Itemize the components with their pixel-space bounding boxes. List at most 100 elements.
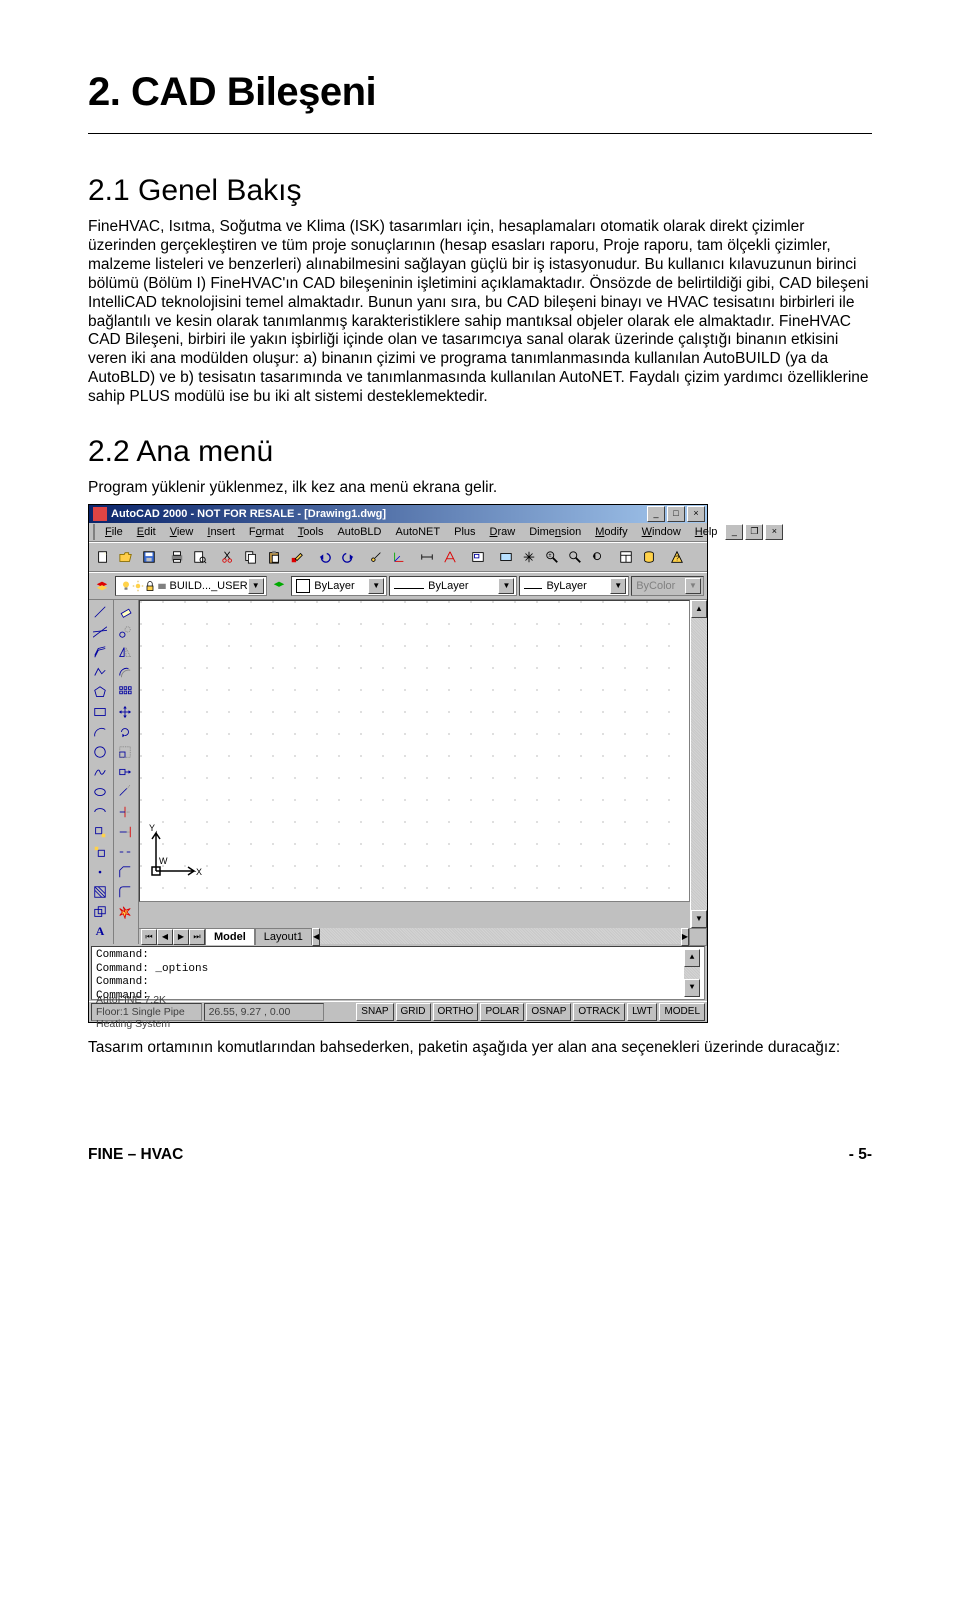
tab-next-icon[interactable]: ▶ xyxy=(173,929,189,945)
print-preview-icon[interactable] xyxy=(189,546,211,568)
status-grid[interactable]: GRID xyxy=(396,1003,431,1021)
arc-icon[interactable] xyxy=(90,722,110,742)
status-otrack[interactable]: OTRACK xyxy=(573,1003,625,1021)
copy-icon[interactable] xyxy=(240,546,262,568)
scroll-track[interactable] xyxy=(691,618,707,910)
copy-object-icon[interactable] xyxy=(115,622,135,642)
erase-icon[interactable] xyxy=(115,602,135,622)
line-icon[interactable] xyxy=(90,602,110,622)
dbconnect-icon[interactable] xyxy=(638,546,660,568)
menu-tools[interactable]: Tools xyxy=(292,525,330,539)
layer-manager-icon[interactable] xyxy=(92,575,113,597)
mirror-icon[interactable] xyxy=(115,642,135,662)
menu-modify[interactable]: Modify xyxy=(589,525,633,539)
menu-edit[interactable]: Edit xyxy=(131,525,162,539)
hatch-icon[interactable] xyxy=(90,882,110,902)
tab-prev-icon[interactable]: ◀ xyxy=(157,929,173,945)
zoom-window-icon[interactable] xyxy=(564,546,586,568)
spline-icon[interactable] xyxy=(90,762,110,782)
menu-window[interactable]: Window xyxy=(636,525,687,539)
cmd-scrollbar[interactable]: ▲ ▼ xyxy=(684,949,700,997)
status-osnap[interactable]: OSNAP xyxy=(526,1003,571,1021)
open-icon[interactable] xyxy=(115,546,137,568)
undo-icon[interactable] xyxy=(314,546,336,568)
cut-icon[interactable] xyxy=(217,546,239,568)
lengthen-icon[interactable] xyxy=(115,782,135,802)
doc-restore-button[interactable]: ❐ xyxy=(745,524,763,540)
menu-autobld[interactable]: AutoBLD xyxy=(331,525,387,539)
drawing-canvas[interactable]: Y X W xyxy=(139,600,690,902)
point-icon[interactable] xyxy=(90,862,110,882)
mline-icon[interactable] xyxy=(90,642,110,662)
zoom-previous-icon[interactable] xyxy=(587,546,609,568)
rectangle-icon[interactable] xyxy=(90,702,110,722)
menu-format[interactable]: Format xyxy=(243,525,290,539)
cmd-scroll-track[interactable] xyxy=(684,967,700,979)
tab-model[interactable]: Model xyxy=(205,928,255,945)
menu-plus[interactable]: Plus xyxy=(448,525,481,539)
doc-close-button[interactable]: × xyxy=(765,524,783,540)
redo-icon[interactable] xyxy=(337,546,359,568)
pan-icon[interactable] xyxy=(518,546,540,568)
command-area[interactable]: Command: Command: _options Command: Comm… xyxy=(91,946,705,1000)
insert-block-icon[interactable] xyxy=(90,822,110,842)
properties-icon[interactable] xyxy=(615,546,637,568)
make-layer-current-icon[interactable] xyxy=(269,575,290,597)
scroll-up-icon[interactable]: ▲ xyxy=(684,949,700,967)
stretch-icon[interactable] xyxy=(115,762,135,782)
break-icon[interactable] xyxy=(115,842,135,862)
scroll-left-icon[interactable]: ◀ xyxy=(312,928,320,946)
hscroll-track[interactable] xyxy=(320,928,681,944)
lineweight-dropdown[interactable]: ByLayer ▼ xyxy=(519,576,629,596)
tab-layout1[interactable]: Layout1 xyxy=(255,928,312,945)
chamfer-icon[interactable] xyxy=(115,862,135,882)
rotate-icon[interactable] xyxy=(115,722,135,742)
status-ortho[interactable]: ORTHO xyxy=(433,1003,479,1021)
menu-dimension[interactable]: Dimension xyxy=(523,525,587,539)
print-icon[interactable] xyxy=(166,546,188,568)
menu-help[interactable]: Help xyxy=(689,525,724,539)
ellipse-arc-icon[interactable] xyxy=(90,802,110,822)
circle-icon[interactable] xyxy=(90,742,110,762)
tab-last-icon[interactable]: ⏭ xyxy=(189,929,205,945)
menu-draw[interactable]: Draw xyxy=(484,525,522,539)
vertical-scrollbar[interactable]: ▲ ▼ xyxy=(690,600,707,928)
zoom-realtime-icon[interactable]: ± xyxy=(541,546,563,568)
distance-icon[interactable] xyxy=(416,546,438,568)
array-icon[interactable] xyxy=(115,682,135,702)
region-icon[interactable] xyxy=(90,902,110,922)
status-polar[interactable]: POLAR xyxy=(480,1003,524,1021)
help-icon[interactable]: ? xyxy=(666,546,688,568)
scroll-down-icon[interactable]: ▼ xyxy=(684,979,700,997)
make-block-icon[interactable] xyxy=(90,842,110,862)
status-lwt[interactable]: LWT xyxy=(627,1003,657,1021)
named-views-icon[interactable] xyxy=(495,546,517,568)
osnap-from-icon[interactable] xyxy=(365,546,387,568)
fillet-icon[interactable] xyxy=(115,882,135,902)
explode-icon[interactable] xyxy=(115,902,135,922)
match-prop-icon[interactable] xyxy=(286,546,308,568)
tab-first-icon[interactable]: ⏮ xyxy=(141,929,157,945)
aerial-view-icon[interactable] xyxy=(467,546,489,568)
minimize-button[interactable]: _ xyxy=(647,506,665,522)
scroll-down-icon[interactable]: ▼ xyxy=(691,910,707,928)
status-model[interactable]: MODEL xyxy=(659,1003,705,1021)
doc-minimize-button[interactable]: _ xyxy=(725,524,743,540)
linetype-dropdown[interactable]: ByLayer ▼ xyxy=(389,576,517,596)
maximize-button[interactable]: □ xyxy=(667,506,685,522)
paste-icon[interactable] xyxy=(263,546,285,568)
menu-view[interactable]: View xyxy=(164,525,200,539)
horizontal-scrollbar[interactable]: ◀ ▶ xyxy=(312,928,689,944)
ucs-icon[interactable] xyxy=(388,546,410,568)
new-icon[interactable] xyxy=(92,546,114,568)
menu-file[interactable]: File xyxy=(99,525,129,539)
status-snap[interactable]: SNAP xyxy=(356,1003,393,1021)
menu-autonet[interactable]: AutoNET xyxy=(389,525,446,539)
color-dropdown[interactable]: ByLayer ▼ xyxy=(291,576,387,596)
offset-icon[interactable] xyxy=(115,662,135,682)
extend-icon[interactable] xyxy=(115,822,135,842)
polygon-icon[interactable] xyxy=(90,682,110,702)
pline-icon[interactable] xyxy=(90,662,110,682)
close-button[interactable]: × xyxy=(687,506,705,522)
move-icon[interactable] xyxy=(115,702,135,722)
